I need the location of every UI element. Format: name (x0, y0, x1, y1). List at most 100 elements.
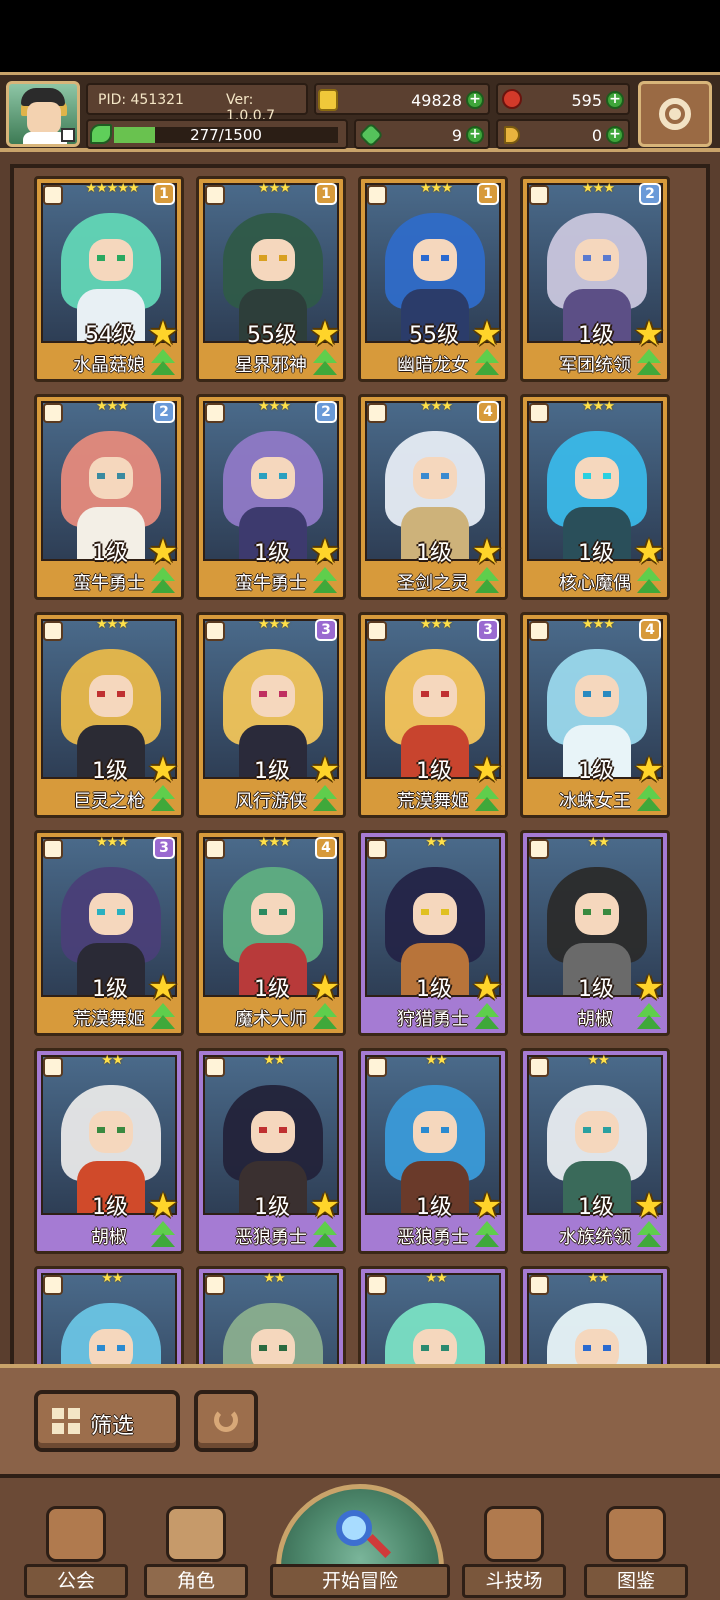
gem-value: 595 (571, 91, 602, 110)
character-card[interactable]: ★★ (34, 1266, 184, 1364)
refresh-button[interactable] (194, 1390, 258, 1452)
star-icon: ★ (633, 314, 665, 354)
star-icon: ★ (309, 968, 341, 1008)
grade-badge: 2 (639, 183, 661, 205)
add-gold-button[interactable]: + (466, 91, 484, 109)
nav-start-adventure[interactable]: 开始冒险 (270, 1484, 450, 1598)
player-info-panel: PID: 451321 Ver: 1.0.0.7 (86, 83, 308, 124)
player-avatar[interactable] (6, 81, 80, 147)
character-name: 星界邪神 (235, 355, 307, 376)
star-icon: ★ (147, 968, 179, 1008)
bottom-nav: 公会 角色 开始冒险 斗技场 图鉴 (0, 1474, 720, 1600)
character-card[interactable]: ★★ (196, 1266, 346, 1364)
rarity-stars: ★★ (263, 1271, 285, 1286)
nav-codex[interactable]: 图鉴 (584, 1506, 688, 1598)
character-name: 水晶菇娘 (73, 355, 145, 376)
character-name: 幽暗龙女 (397, 355, 469, 376)
character-card[interactable]: ★★★ 3 1级 ★ 荒漠舞姬 (34, 830, 184, 1036)
character-name: 核心魔偶 (559, 573, 631, 594)
exp-bar: 277/1500 (86, 119, 348, 149)
rarity-stars: ★★★ (96, 617, 129, 632)
nav-guild[interactable]: 公会 (24, 1506, 128, 1598)
rarity-stars: ★★ (425, 1053, 447, 1068)
character-name: 冰蛛女王 (559, 791, 631, 812)
nav-arena-label: 斗技场 (462, 1564, 566, 1598)
character-card[interactable]: ★★ (520, 1266, 670, 1364)
vip-badge-icon (61, 128, 75, 142)
nav-character[interactable]: 角色 (144, 1506, 248, 1598)
character-name: 蛮牛勇士 (73, 573, 145, 594)
character-card[interactable]: ★★★ 4 1级 ★ 圣剑之灵 (358, 394, 508, 600)
character-card[interactable]: ★★ 1级 ★ 恶狼勇士 (196, 1048, 346, 1254)
grade-badge: 2 (315, 401, 337, 423)
star-icon: ★ (309, 532, 341, 572)
grade-badge: 1 (315, 183, 337, 205)
character-card[interactable]: ★★★ 3 1级 ★ 荒漠舞姬 (358, 612, 508, 818)
character-card[interactable]: ★★★ 1级 ★ 巨灵之枪 (34, 612, 184, 818)
character-card[interactable]: ★★★ 1 55级 ★ 星界邪神 (196, 176, 346, 382)
star-icon: ★ (471, 750, 503, 790)
character-card[interactable]: ★★ 1级 ★ 水族统领 (520, 1048, 670, 1254)
grade-badge: 3 (477, 619, 499, 641)
magnifier-icon (336, 1510, 372, 1546)
character-grid-panel[interactable]: ★★★★★ 1 54级 ★ 水晶菇娘 ★★★ 1 55级 ★ 星界邪神 ★★★ 1 55级 ★ 幽暗龙女 ★★… (10, 164, 710, 1364)
character-name: 荒漠舞姬 (397, 791, 469, 812)
character-card[interactable]: ★★★ 1级 ★ 核心魔偶 (520, 394, 670, 600)
character-card[interactable]: ★★ 1级 ★ 狩猎勇士 (358, 830, 508, 1036)
grade-badge: 2 (153, 401, 175, 423)
star-icon: ★ (471, 968, 503, 1008)
character-card[interactable]: ★★★ 4 1级 ★ 冰蛛女王 (520, 612, 670, 818)
character-name: 恶狼勇士 (397, 1227, 469, 1248)
character-card[interactable]: ★★ (358, 1266, 508, 1364)
grid-icon (52, 1408, 80, 1434)
settings-button[interactable] (638, 81, 712, 147)
character-card[interactable]: ★★★ 2 1级 ★ 蛮牛勇士 (34, 394, 184, 600)
grade-badge: 3 (153, 837, 175, 859)
character-name: 荒漠舞姬 (73, 1009, 145, 1030)
character-card[interactable]: ★★★★★ 1 54级 ★ 水晶菇娘 (34, 176, 184, 382)
red-gem-icon (502, 89, 522, 109)
gear-icon (659, 98, 691, 130)
add-horn-button[interactable]: + (606, 126, 624, 144)
grade-badge: 3 (315, 619, 337, 641)
rarity-stars: ★★ (587, 1053, 609, 1068)
gold-counter: 49828 + (314, 83, 490, 115)
character-card[interactable]: ★★★ 2 1级 ★ 军团统领 (520, 176, 670, 382)
refresh-icon (214, 1408, 238, 1432)
add-clover-button[interactable]: + (466, 126, 484, 144)
clover-counter: 9 + (354, 119, 490, 149)
character-card[interactable]: ★★★ 3 1级 ★ 风行游侠 (196, 612, 346, 818)
filter-button[interactable]: 筛选 (34, 1390, 180, 1452)
character-card[interactable]: ★★ 1级 ★ 恶狼勇士 (358, 1048, 508, 1254)
character-name: 狩猎勇士 (397, 1009, 469, 1030)
exp-value: 277/1500 (190, 126, 262, 144)
character-card[interactable]: ★★★ 4 1级 ★ 魔术大师 (196, 830, 346, 1036)
character-name: 军团统领 (559, 355, 631, 376)
character-name: 蛮牛勇士 (235, 573, 307, 594)
rarity-stars: ★★★ (582, 399, 615, 414)
rarity-stars: ★★ (263, 1053, 285, 1068)
nav-arena[interactable]: 斗技场 (462, 1506, 566, 1598)
exp-leaf-icon (90, 124, 112, 144)
character-card[interactable]: ★★ 1级 ★ 胡椒 (34, 1048, 184, 1254)
add-gem-button[interactable]: + (606, 91, 624, 109)
star-icon: ★ (147, 750, 179, 790)
guild-house-icon (46, 1506, 106, 1562)
star-icon: ★ (147, 314, 179, 354)
character-card[interactable]: ★★★ 1 55级 ★ 幽暗龙女 (358, 176, 508, 382)
star-icon: ★ (633, 750, 665, 790)
gold-coin-icon (318, 89, 338, 111)
star-icon: ★ (471, 314, 503, 354)
rarity-stars: ★★ (425, 835, 447, 850)
status-bar (0, 0, 720, 72)
crossed-swords-icon (484, 1506, 544, 1562)
character-name: 风行游侠 (235, 791, 307, 812)
rarity-stars: ★★ (587, 1271, 609, 1286)
book-icon (606, 1506, 666, 1562)
character-card[interactable]: ★★★ 2 1级 ★ 蛮牛勇士 (196, 394, 346, 600)
star-icon: ★ (147, 532, 179, 572)
nav-adventure-label: 开始冒险 (270, 1564, 450, 1598)
filter-label: 筛选 (90, 1414, 135, 1439)
character-card[interactable]: ★★ 1级 ★ 胡椒 (520, 830, 670, 1036)
horn-counter: 0 + (496, 119, 630, 149)
